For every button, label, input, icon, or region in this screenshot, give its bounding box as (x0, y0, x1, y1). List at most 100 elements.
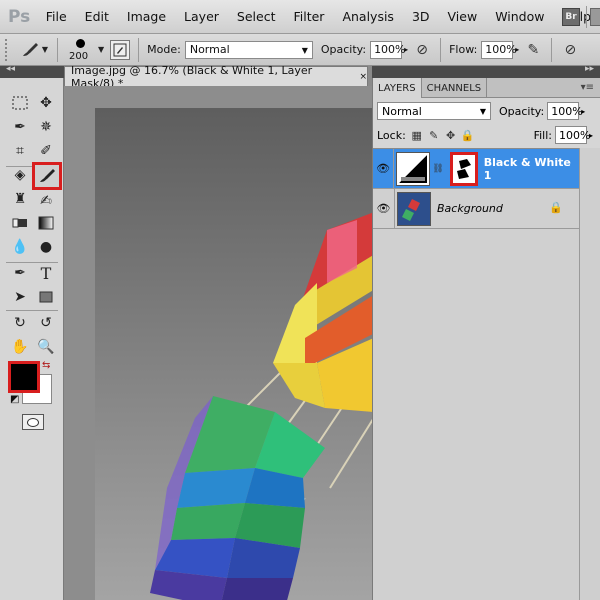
crop-tool[interactable]: ⌗ (8, 140, 32, 162)
brush-tool[interactable] (32, 162, 62, 190)
airbrush-icon[interactable]: ✎ (523, 40, 543, 60)
brush-icon (22, 42, 38, 56)
drop-icon: 💧 (11, 239, 29, 255)
opacity-input[interactable]: 100% (370, 40, 406, 59)
lock-position-icon[interactable]: ✥ (445, 129, 457, 142)
menu-select[interactable]: Select (228, 0, 285, 34)
layer-row-black-white[interactable]: 👁 ⛓ Black & White 1 (373, 148, 579, 189)
lock-transparent-icon[interactable]: ▦ (411, 129, 423, 142)
foreground-color-swatch[interactable] (8, 361, 40, 393)
gradient-tool[interactable] (34, 212, 58, 234)
collapse-icon[interactable]: ◂◂ (6, 64, 15, 74)
zoom-tool[interactable]: 🔍 (34, 336, 58, 358)
3d-rotate-icon: ↻ (14, 315, 26, 331)
tab-channels[interactable]: CHANNELS (422, 78, 488, 98)
panel-tabs: LAYERS CHANNELS ▾≡ (373, 78, 600, 98)
panel-menu-icon[interactable]: ▾≡ (581, 78, 594, 97)
swap-colors-icon[interactable]: ⇆ (42, 360, 50, 371)
layer-name[interactable]: Background (437, 202, 503, 215)
pen-tool[interactable]: ✒ (8, 262, 32, 284)
menu-layer[interactable]: Layer (175, 0, 228, 34)
history-brush-tool[interactable]: ✍ (34, 190, 58, 212)
crop-icon: ⌗ (16, 143, 24, 159)
marquee-tool[interactable] (8, 92, 32, 114)
chain-link-icon[interactable]: ⛓ (432, 164, 443, 174)
3d-orbit-tool[interactable]: ↺ (34, 312, 58, 334)
panel-dock-header[interactable]: ▸▸ (372, 64, 600, 78)
menu-filter[interactable]: Filter (284, 0, 333, 34)
chevron-right-icon[interactable]: ▸ (589, 131, 593, 140)
blur-tool[interactable]: 💧 (8, 236, 32, 258)
menu-overflow-button[interactable] (590, 8, 600, 26)
chevron-right-icon[interactable]: ▸ (581, 107, 585, 116)
eyedropper-tool[interactable]: ✐ (34, 140, 58, 162)
options-separator (57, 37, 58, 62)
path-selection-tool[interactable]: ➤ (8, 286, 32, 308)
3d-rotate-tool[interactable]: ↻ (8, 312, 32, 334)
chevron-down-icon: ▼ (479, 107, 486, 116)
gradient-icon (38, 216, 54, 230)
mode-label: Mode: (147, 43, 181, 56)
layer-name[interactable]: Black & White 1 (484, 156, 579, 182)
layer-opacity-input[interactable]: 100% (547, 102, 583, 120)
menu-separator (586, 6, 587, 28)
chevron-right-icon[interactable]: ▸ (404, 45, 408, 54)
menu-3d[interactable]: 3D (403, 0, 439, 34)
menu-edit[interactable]: Edit (76, 0, 118, 34)
lock-all-icon[interactable]: 🔒 (461, 129, 475, 142)
lasso-tool[interactable]: ✒ (8, 116, 32, 138)
dodge-icon: ● (39, 239, 53, 255)
healing-brush-tool[interactable]: ◈ (8, 164, 32, 186)
options-grip[interactable] (5, 38, 11, 61)
layer-mask-thumbnail[interactable] (449, 151, 478, 186)
quick-mask-button[interactable] (22, 414, 44, 430)
chevron-down-icon[interactable]: ▼ (98, 45, 104, 54)
expand-icon[interactable]: ▸▸ (585, 64, 594, 74)
menu-image[interactable]: Image (118, 0, 175, 34)
menu-analysis[interactable]: Analysis (333, 0, 403, 34)
eraser-tool[interactable] (8, 212, 32, 234)
rectangle-icon (39, 291, 53, 303)
tool-preset-picker[interactable]: ▼ (19, 38, 49, 62)
tablet-size-pressure-icon[interactable]: ⊘ (560, 40, 580, 60)
tablet-opacity-pressure-icon[interactable]: ⊘ (412, 40, 432, 60)
menu-view[interactable]: View (439, 0, 487, 34)
brush-panel-icon (113, 43, 127, 56)
lasso-icon: ✒ (14, 119, 26, 135)
dodge-tool[interactable]: ● (34, 236, 58, 258)
quick-selection-tool[interactable]: ✵ (34, 116, 58, 138)
default-colors-icon[interactable]: ◩ (10, 394, 19, 405)
adjustment-thumbnail[interactable] (396, 151, 431, 186)
lock-label: Lock: (377, 128, 406, 142)
mask-shape-icon (452, 154, 475, 183)
layer-opacity-label: Opacity: (499, 104, 545, 118)
close-icon[interactable]: × (359, 72, 367, 82)
layer-list-scrollbar[interactable] (579, 148, 600, 600)
move-tool[interactable]: ✥ (34, 92, 58, 114)
lock-pixels-icon[interactable]: ✎ (428, 129, 440, 142)
hand-tool[interactable]: ✋ (8, 336, 32, 358)
layer-row-background[interactable]: 👁 Background 🔒 (373, 188, 579, 229)
clone-stamp-tool[interactable]: ♜ (8, 188, 32, 210)
background-thumbnail[interactable] (397, 191, 431, 226)
brush-panel-toggle[interactable] (110, 39, 131, 60)
menu-file[interactable]: File (37, 0, 76, 34)
blend-mode-select[interactable]: Normal ▼ (377, 102, 491, 120)
magnifier-icon: 🔍 (37, 339, 55, 355)
type-tool[interactable]: T (34, 262, 58, 284)
fill-input[interactable]: 100% (554, 126, 590, 144)
brush-size-picker[interactable]: 200 (66, 36, 96, 64)
shape-tool[interactable] (34, 286, 58, 308)
eye-icon[interactable]: 👁 (373, 148, 395, 189)
chevron-right-icon[interactable]: ▸ (515, 45, 519, 54)
menu-window[interactable]: Window (486, 0, 553, 34)
canvas-viewport[interactable] (64, 86, 372, 600)
document-tab[interactable]: Image.jpg @ 16.7% (Black & White 1, Laye… (64, 64, 368, 90)
tab-layers[interactable]: LAYERS (373, 78, 422, 98)
toolbox-header[interactable]: ◂◂ (0, 64, 64, 78)
mode-select[interactable]: Normal ▼ (184, 40, 313, 59)
flow-input[interactable]: 100% (481, 40, 517, 59)
eye-icon[interactable]: 👁 (373, 188, 395, 229)
bridge-button[interactable]: Br (562, 8, 580, 26)
image-canvas[interactable] (95, 108, 372, 600)
